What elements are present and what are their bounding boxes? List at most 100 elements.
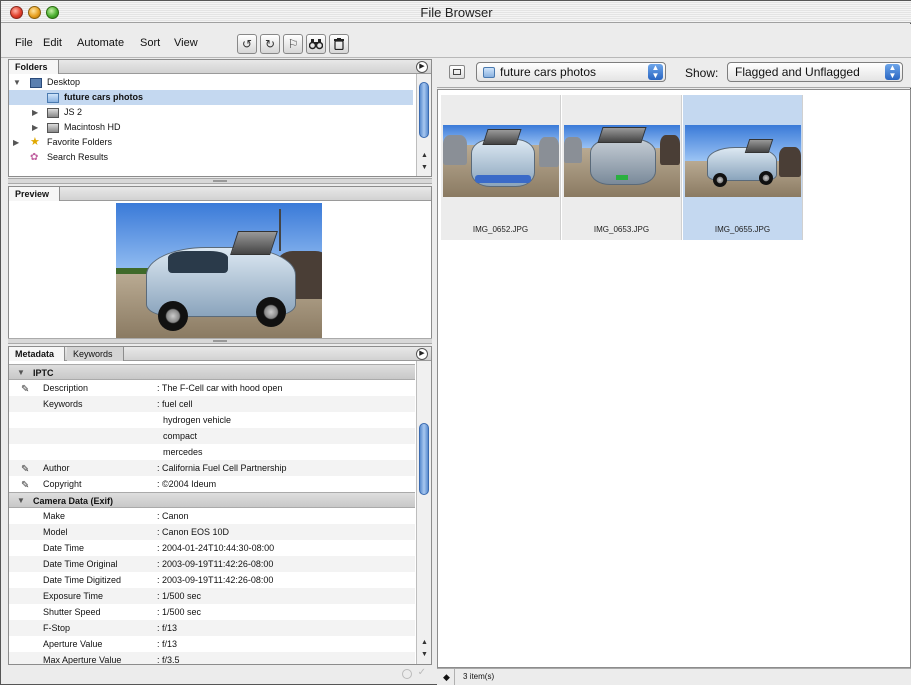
splitter-grip[interactable]: [213, 340, 227, 342]
metadata-value[interactable]: : California Fuel Cell Partnership: [157, 460, 287, 476]
metadata-row: compact: [9, 428, 415, 444]
thumbnail-item[interactable]: IMG_0653.JPG: [562, 95, 682, 240]
file-browser-window: File Browser File Edit Automate Sort Vie…: [0, 0, 911, 685]
photo-car-hood: [230, 231, 278, 255]
folder-label: JS 2: [64, 107, 83, 117]
thumbnail-item[interactable]: IMG_0652.JPG: [441, 95, 561, 240]
scroll-down-icon[interactable]: ▼: [417, 164, 432, 175]
folder-item-macintosh-hd[interactable]: ▶ Macintosh HD: [9, 120, 413, 135]
title-bar[interactable]: File Browser: [1, 1, 911, 23]
search-button[interactable]: [306, 34, 326, 54]
metadata-row: Model: Canon EOS 10D: [9, 524, 415, 540]
metadata-value: : 2003-09-19T11:42:26-08:00: [157, 559, 274, 569]
disclosure-closed-icon[interactable]: ▶: [32, 105, 38, 120]
folder-label: Macintosh HD: [64, 122, 121, 132]
window-title: File Browser: [420, 5, 493, 20]
status-bar: ◆ 3 item(s): [437, 668, 911, 685]
disclosure-closed-icon[interactable]: ▶: [13, 135, 19, 150]
folder-item-future-cars-photos[interactable]: future cars photos: [9, 90, 413, 105]
photo-car-window: [168, 251, 228, 273]
metadata-row: Date Time Original : 2003-09-19T11:42:26-…: [9, 556, 415, 572]
metadata-value: : 1/500 sec: [157, 607, 202, 617]
folder-item-search-results[interactable]: ✿ Search Results: [9, 150, 413, 165]
disclosure-open-icon[interactable]: ▼: [17, 493, 25, 509]
thumbnail-view-button[interactable]: [449, 65, 465, 79]
photo-car-hood: [597, 127, 647, 143]
folder-label: Favorite Folders: [47, 137, 113, 147]
disclosure-open-icon[interactable]: ▼: [13, 75, 21, 90]
metadata-value: mercedes: [163, 447, 203, 457]
preview-metadata-splitter[interactable]: [8, 338, 432, 344]
folder-label: future cars photos: [64, 92, 144, 102]
metadata-value[interactable]: : ©2004 Ideum: [157, 476, 216, 492]
display-menu-icon[interactable]: ◆: [443, 669, 450, 685]
rotate-ccw-button[interactable]: ↺: [237, 34, 257, 54]
menu-file[interactable]: File: [15, 37, 33, 49]
folders-scrollbar[interactable]: ▲ ▼: [416, 74, 431, 176]
scroll-up-icon[interactable]: ▲: [417, 152, 432, 163]
tab-keywords[interactable]: Keywords: [67, 347, 124, 361]
desktop-icon: [30, 78, 42, 88]
metadata-value[interactable]: : The F-Cell car with hood open: [157, 380, 282, 396]
show-label: Show:: [685, 66, 719, 80]
metadata-row: Exposure Time: 1/500 sec: [9, 588, 415, 604]
scroll-up-icon[interactable]: ▲: [417, 639, 431, 650]
tab-folders[interactable]: Folders: [9, 60, 59, 74]
disk-icon: [47, 123, 59, 133]
metadata-key: Model: [43, 527, 68, 537]
folders-scroll-thumb[interactable]: [419, 82, 429, 138]
folder-item-js2[interactable]: ▶ JS 2: [9, 105, 413, 120]
metadata-scroll-thumb[interactable]: [419, 423, 429, 495]
preview-tabstrip: Preview: [9, 187, 431, 201]
photo-wheel: [759, 171, 773, 185]
metadata-key: Make: [43, 511, 66, 521]
scroll-down-icon[interactable]: ▼: [417, 651, 431, 662]
show-filter-dropdown[interactable]: Flagged and Unflagged ▲ ▼: [727, 62, 903, 82]
metadata-row: F-Stop : f/13: [9, 620, 415, 636]
metadata-row: Keywords: fuel cell: [9, 396, 415, 412]
folders-tabstrip: Folders ▶: [9, 60, 431, 74]
metadata-row[interactable]: ✎ Author: California Fuel Cell Partnershi…: [9, 460, 415, 476]
folders-panel-menu-button[interactable]: ▶: [416, 61, 428, 73]
photo-wheel: [713, 173, 727, 187]
rotate-cw-button[interactable]: ↻: [260, 34, 280, 54]
show-filter-value: Flagged and Unflagged: [735, 65, 860, 79]
location-dropdown[interactable]: future cars photos ▲ ▼: [476, 62, 666, 82]
metadata-key: Date Time: [43, 543, 85, 553]
folder-item-desktop[interactable]: ▼ Desktop: [9, 75, 413, 90]
metadata-row[interactable]: ✎ Description: The F-Cell car with hood o…: [9, 380, 415, 396]
metadata-scrollbar[interactable]: ▲ ▼: [416, 361, 431, 664]
metadata-value: : 2003-09-19T11:42:26-08:00: [157, 575, 274, 585]
metadata-section-title: Camera Data (Exif): [33, 496, 114, 506]
menu-edit[interactable]: Edit: [43, 37, 62, 49]
folder-item-favorite-folders[interactable]: ▶ ★ Favorite Folders: [9, 135, 413, 150]
disclosure-closed-icon[interactable]: ▶: [32, 120, 38, 135]
metadata-key: Date Time Original: [43, 559, 118, 569]
metadata-section-header[interactable]: ▼ Camera Data (Exif): [9, 492, 415, 508]
folder-label: Desktop: [47, 77, 81, 87]
metadata-value: : Canon: [157, 511, 189, 521]
gray-circle-icon: [402, 669, 412, 679]
folder-icon: [47, 93, 59, 103]
folders-preview-splitter[interactable]: [8, 178, 432, 184]
tab-metadata[interactable]: Metadata: [9, 347, 66, 361]
flag-button[interactable]: ⚐: [283, 34, 303, 54]
tab-preview[interactable]: Preview: [9, 187, 61, 201]
metadata-row[interactable]: ✎ Copyright: ©2004 Ideum: [9, 476, 415, 492]
metadata-key: Max Aperture Value: [43, 655, 122, 665]
metadata-panel-menu-button[interactable]: ▶: [416, 348, 428, 360]
rotate-cw-icon: ↻: [264, 37, 276, 51]
delete-button[interactable]: [329, 34, 349, 54]
metadata-value: : f/13: [157, 623, 178, 633]
menu-automate[interactable]: Automate: [77, 37, 124, 49]
image-icon: [453, 69, 461, 75]
metadata-key: Aperture Value: [43, 639, 103, 649]
metadata-key: F-Stop: [43, 623, 71, 633]
thumbnail-item-selected[interactable]: IMG_0655.JPG: [683, 95, 803, 240]
splitter-grip[interactable]: [213, 180, 227, 182]
menu-view[interactable]: View: [174, 37, 198, 49]
folder-label: Search Results: [47, 152, 109, 162]
menu-sort[interactable]: Sort: [140, 37, 160, 49]
disclosure-open-icon[interactable]: ▼: [17, 365, 25, 381]
metadata-section-header[interactable]: ▼ IPTC: [9, 364, 415, 380]
